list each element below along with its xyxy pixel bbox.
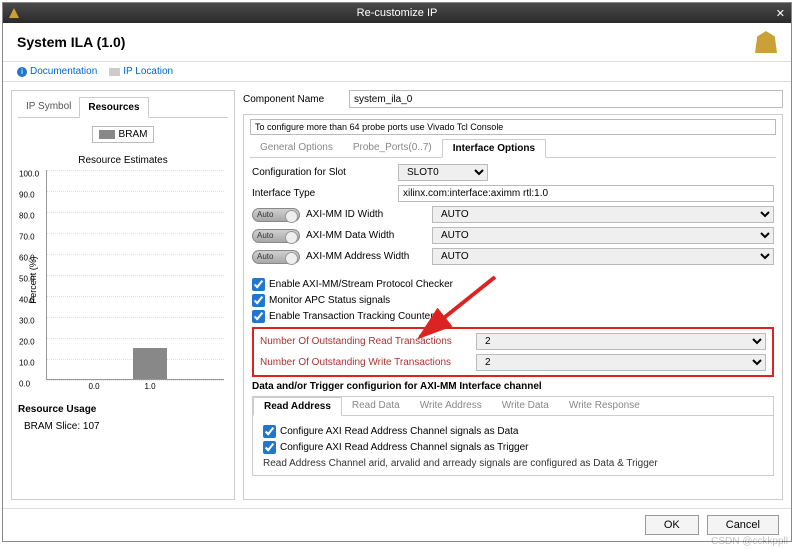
subtab-write-response[interactable]: Write Response [559, 397, 650, 415]
chk-signals-as-data[interactable]: Configure AXI Read Address Channel signa… [263, 425, 763, 438]
resource-usage: Resource Usage BRAM Slice: 107 [18, 404, 228, 432]
auto-toggle-addrwidth[interactable]: Auto [252, 250, 300, 264]
tab-general-options[interactable]: General Options [250, 139, 343, 157]
slot-label: Configuration for Slot [252, 167, 392, 178]
page-title: System ILA (1.0) [17, 34, 125, 50]
chk-signals-as-trigger[interactable]: Configure AXI Read Address Channel signa… [263, 441, 763, 454]
config-hint: To configure more than 64 probe ports us… [250, 119, 776, 135]
trigger-note: Data and/or Trigger configurion for AXI-… [252, 381, 774, 392]
component-name-label: Component Name [243, 94, 343, 105]
subtab-read-data[interactable]: Read Data [342, 397, 410, 415]
read-trans-label: Number Of Outstanding Read Transactions [260, 336, 470, 347]
header: System ILA (1.0) [3, 23, 791, 62]
close-icon[interactable]: ✕ [776, 7, 785, 20]
auto-toggle-datawidth[interactable]: Auto [252, 229, 300, 243]
chart-title: Resource Estimates [18, 155, 228, 166]
component-name-input[interactable] [349, 90, 783, 108]
subtab-read-address[interactable]: Read Address [253, 397, 342, 416]
data-width-select[interactable]: AUTO [432, 227, 774, 244]
titlebar: Re-customize IP ✕ [3, 3, 791, 23]
documentation-link[interactable]: iDocumentation [17, 66, 97, 77]
subtab-write-address[interactable]: Write Address [410, 397, 492, 415]
left-panel: IP Symbol Resources BRAM Resource Estima… [11, 90, 235, 500]
ip-location-link[interactable]: IP Location [109, 66, 173, 77]
slot-select[interactable]: SLOT0 [398, 164, 488, 181]
write-trans-label: Number Of Outstanding Write Transactions [260, 357, 470, 368]
info-icon: i [17, 67, 27, 77]
ok-button[interactable]: OK [645, 515, 699, 535]
addr-width-label: AXI-MM Address Width [306, 251, 426, 262]
highlighted-section: Number Of Outstanding Read Transactions … [252, 327, 774, 377]
vendor-logo-icon [755, 31, 777, 53]
tab-ip-symbol[interactable]: IP Symbol [18, 97, 79, 117]
id-width-label: AXI-MM ID Width [306, 209, 426, 220]
subtab-write-data[interactable]: Write Data [492, 397, 559, 415]
write-trans-select[interactable]: 2 [476, 354, 766, 371]
right-panel: Component Name To configure more than 64… [243, 90, 783, 500]
interface-type-label: Interface Type [252, 188, 392, 199]
read-trans-select[interactable]: 2 [476, 333, 766, 350]
interface-type-input[interactable] [398, 185, 774, 202]
chk-monitor-apc[interactable]: Monitor APC Status signals [252, 294, 774, 307]
resource-chart: Percent (%) 0.010.020.030.040.050.060.07… [46, 170, 224, 380]
watermark: CSDN @cckkppll [711, 536, 788, 547]
id-width-select[interactable]: AUTO [432, 206, 774, 223]
auto-toggle-idwidth[interactable]: Auto [252, 208, 300, 222]
chart-legend: BRAM [92, 126, 155, 143]
tab-resources[interactable]: Resources [79, 97, 148, 118]
folder-icon [109, 68, 120, 76]
addr-width-select[interactable]: AUTO [432, 248, 774, 265]
toolbar: iDocumentation IP Location [3, 62, 791, 82]
chk-transaction-tracking[interactable]: Enable Transaction Tracking Counters [252, 310, 774, 323]
window-title: Re-customize IP [357, 7, 438, 19]
app-logo-icon [9, 8, 19, 18]
chk-protocol-checker[interactable]: Enable AXI-MM/Stream Protocol Checker [252, 278, 774, 291]
data-width-label: AXI-MM Data Width [306, 230, 426, 241]
signals-note: Read Address Channel arid, arvalid and a… [263, 458, 763, 469]
cancel-button[interactable]: Cancel [707, 515, 779, 535]
tab-probe-ports[interactable]: Probe_Ports(0..7) [343, 139, 442, 157]
tab-interface-options[interactable]: Interface Options [442, 139, 546, 158]
bram-slice-value: BRAM Slice: 107 [18, 421, 228, 432]
